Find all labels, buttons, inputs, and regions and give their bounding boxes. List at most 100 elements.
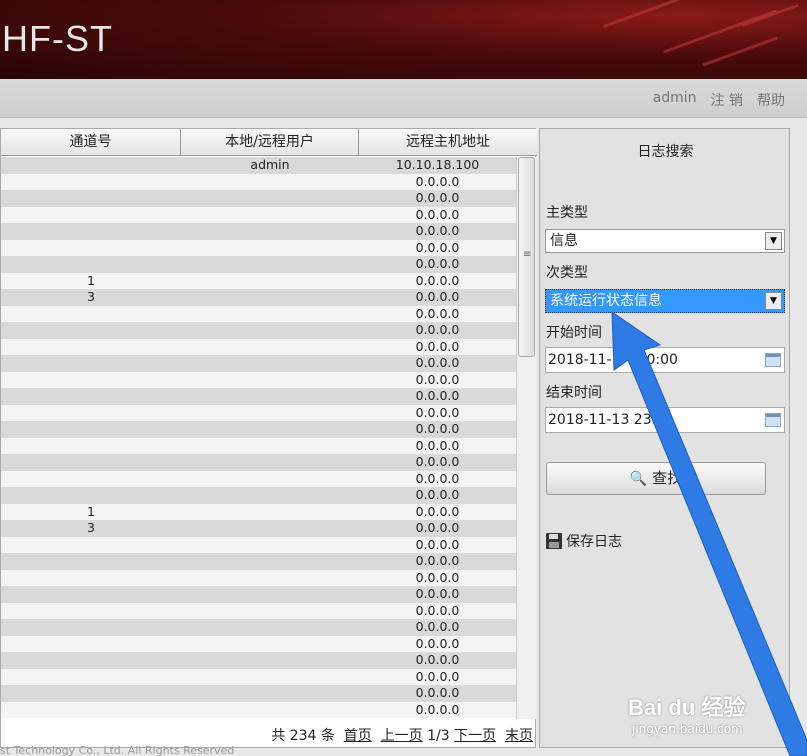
col-header-remote-addr[interactable]: 远程主机地址 xyxy=(359,129,537,156)
cell-remote-addr: 0.0.0.0 xyxy=(415,173,460,189)
decor-streak xyxy=(602,0,688,29)
cell-user: admin xyxy=(250,157,290,172)
table-row[interactable]: 0.0.0.0 xyxy=(1,586,516,603)
nav-links: admin 注 销 帮助 xyxy=(653,90,785,110)
decor-streak xyxy=(701,36,779,67)
calendar-icon[interactable] xyxy=(765,353,781,367)
table-row[interactable]: 0.0.0.0 xyxy=(1,668,516,685)
help-link[interactable]: 帮助 xyxy=(757,90,785,110)
cell-remote-addr: 10.10.18.100 xyxy=(395,157,480,172)
table-row[interactable]: 0.0.0.0 xyxy=(1,338,516,355)
watermark-logo: Bai du 经验 xyxy=(628,695,746,720)
cell-remote-addr: 0.0.0.0 xyxy=(415,553,460,568)
cell-remote-addr: 0.0.0.0 xyxy=(415,223,460,238)
table-row[interactable]: 0.0.0.0 xyxy=(1,619,516,636)
end-time-field[interactable]: 2018-11-13 23:5 xyxy=(545,407,785,433)
watermark-url: jingyan.baidu.com xyxy=(632,722,743,736)
save-log-button[interactable]: 保存日志 xyxy=(546,531,622,551)
chevron-down-icon[interactable]: ▼ xyxy=(765,232,782,250)
cell-remote-addr: 0.0.0.0 xyxy=(415,404,460,420)
cell-remote-addr: 0.0.0.0 xyxy=(415,206,460,222)
logout-link[interactable]: 注 销 xyxy=(711,90,743,110)
start-time-value-tail: 0:00 xyxy=(646,352,678,368)
table-row[interactable]: 0.0.0.0 xyxy=(1,470,516,487)
scrollbar-thumb[interactable]: ≡ xyxy=(518,157,535,357)
table-row[interactable]: 0.0.0.0 xyxy=(1,173,516,190)
start-time-value: 2018-11-1 xyxy=(548,352,621,368)
table-row[interactable]: 0.0.0.0 xyxy=(1,322,516,339)
table-row[interactable]: 0.0.0.0 xyxy=(1,256,516,273)
table-row[interactable]: 0.0.0.0 xyxy=(1,602,516,619)
main-type-value: 信息 xyxy=(550,233,578,249)
pagination: 共 234 条 首页 上一页 1/3 下一页 末页 xyxy=(1,725,533,745)
copyright-text: st Technology Co., Ltd. All Rights Reser… xyxy=(0,744,235,756)
col-header-user[interactable]: 本地/远程用户 xyxy=(181,129,359,156)
cell-remote-addr: 0.0.0.0 xyxy=(415,503,460,519)
table-row[interactable]: 1 0.0.0.0 xyxy=(1,272,516,289)
cell-remote-addr: 0.0.0.0 xyxy=(415,289,460,304)
cell-channel: 1 xyxy=(87,272,95,288)
grip-icon: ≡ xyxy=(523,249,532,260)
search-button[interactable]: 🔍 查找 xyxy=(546,462,766,495)
cell-remote-addr: 0.0.0.0 xyxy=(415,635,460,651)
table-row[interactable]: 0.0.0.0 xyxy=(1,388,516,405)
cell-remote-addr: 0.0.0.0 xyxy=(415,536,460,552)
table-row[interactable]: admin 10.10.18.100 xyxy=(1,157,516,174)
table-row[interactable]: 0.0.0.0 xyxy=(1,305,516,322)
header-banner: HF-ST xyxy=(0,0,807,79)
sub-type-value: 系统运行状态信息 xyxy=(550,293,662,309)
table-row[interactable]: 0.0.0.0 xyxy=(1,190,516,207)
last-page-link[interactable]: 末页 xyxy=(505,728,533,744)
table-row[interactable]: 0.0.0.0 xyxy=(1,355,516,372)
cell-remote-addr: 0.0.0.0 xyxy=(415,322,460,337)
cell-remote-addr: 0.0.0.0 xyxy=(415,701,460,717)
table-row[interactable]: 0.0.0.0 xyxy=(1,553,516,570)
chevron-down-icon[interactable]: ▼ xyxy=(765,292,782,310)
sub-type-select[interactable]: 系统运行状态信息 ▼ xyxy=(545,289,785,313)
table-body: admin 10.10.18.100 0.0.0.0 0.0.0.0 0.0.0.0 0.… xyxy=(1,157,516,719)
cell-remote-addr: 0.0.0.0 xyxy=(415,454,460,469)
table-row[interactable]: 0.0.0.0 xyxy=(1,206,516,223)
cell-remote-addr: 0.0.0.0 xyxy=(415,668,460,684)
main-type-select[interactable]: 信息 ▼ xyxy=(545,229,785,253)
cell-remote-addr: 0.0.0.0 xyxy=(415,256,460,271)
cell-remote-addr: 0.0.0.0 xyxy=(415,470,460,486)
decor-streak xyxy=(663,9,777,54)
start-time-field[interactable]: 2018-11-1 0:00 xyxy=(545,347,785,373)
table-scrollbar[interactable]: ≡ xyxy=(516,157,536,719)
table-row[interactable]: 0.0.0.0 xyxy=(1,487,516,504)
table-row[interactable]: 3 0.0.0.0 xyxy=(1,289,516,306)
current-user[interactable]: admin xyxy=(653,90,697,110)
cell-remote-addr: 0.0.0.0 xyxy=(415,338,460,354)
table-row[interactable]: 0.0.0.0 xyxy=(1,223,516,240)
table-row[interactable]: 0.0.0.0 xyxy=(1,569,516,586)
table-row[interactable]: 0.0.0.0 xyxy=(1,635,516,652)
next-page-link[interactable]: 下一页 xyxy=(454,728,496,744)
table-row[interactable]: 0.0.0.0 xyxy=(1,685,516,702)
table-row[interactable]: 0.0.0.0 xyxy=(1,239,516,256)
table-row[interactable]: 0.0.0.0 xyxy=(1,404,516,421)
table-row[interactable]: 0.0.0.0 xyxy=(1,371,516,388)
cell-remote-addr: 0.0.0.0 xyxy=(415,487,460,502)
sub-type-label: 次类型 xyxy=(546,265,588,281)
table-row[interactable]: 0.0.0.0 xyxy=(1,701,516,718)
table-row[interactable]: 0.0.0.0 xyxy=(1,421,516,438)
prev-page-link[interactable]: 上一页 xyxy=(381,728,423,744)
table-row[interactable]: 0.0.0.0 xyxy=(1,652,516,669)
table-row[interactable]: 0.0.0.0 xyxy=(1,437,516,454)
start-time-label: 开始时间 xyxy=(546,325,602,341)
cell-remote-addr: 0.0.0.0 xyxy=(415,272,460,288)
cell-remote-addr: 0.0.0.0 xyxy=(415,239,460,255)
table-row[interactable]: 0.0.0.0 xyxy=(1,536,516,553)
cell-remote-addr: 0.0.0.0 xyxy=(415,305,460,321)
calendar-icon[interactable] xyxy=(765,413,781,427)
end-time-value: 2018-11-13 23:5 xyxy=(548,412,666,428)
table-row[interactable]: 3 0.0.0.0 xyxy=(1,520,516,537)
cell-remote-addr: 0.0.0.0 xyxy=(415,355,460,370)
col-header-channel[interactable]: 通道号 xyxy=(1,129,181,156)
cell-remote-addr: 0.0.0.0 xyxy=(415,586,460,601)
table-row[interactable]: 1 0.0.0.0 xyxy=(1,503,516,520)
table-row[interactable]: 0.0.0.0 xyxy=(1,454,516,471)
first-page-link[interactable]: 首页 xyxy=(344,728,372,744)
cell-remote-addr: 0.0.0.0 xyxy=(415,569,460,585)
